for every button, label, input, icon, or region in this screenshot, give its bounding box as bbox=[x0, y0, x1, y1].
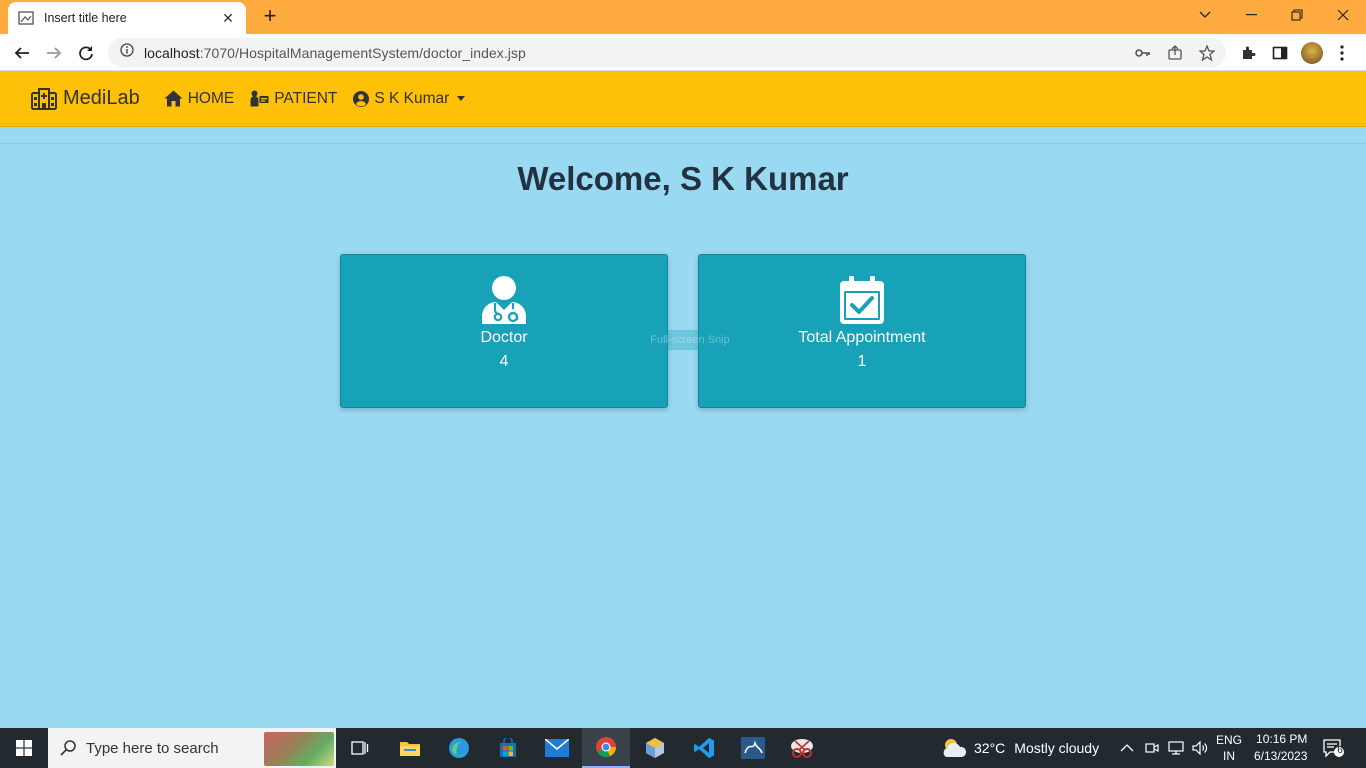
profile-avatar[interactable] bbox=[1299, 40, 1325, 66]
nav-home-label: HOME bbox=[187, 89, 235, 107]
side-panel-icon[interactable] bbox=[1267, 40, 1293, 66]
mysql-workbench-icon[interactable] bbox=[729, 728, 777, 768]
tab-title: Insert title here bbox=[44, 11, 127, 25]
edge-browser-icon[interactable] bbox=[435, 728, 483, 768]
weather-text: Mostly cloudy bbox=[1014, 740, 1100, 756]
network-icon[interactable] bbox=[1168, 728, 1184, 768]
restore-button[interactable] bbox=[1274, 0, 1320, 30]
url-text[interactable]: localhost:7070/HospitalManagementSystem/… bbox=[144, 45, 526, 61]
clock-time: 10:16 PM bbox=[1256, 732, 1308, 746]
chrome-icon[interactable] bbox=[582, 728, 630, 768]
brand-link[interactable]: MediLab bbox=[31, 87, 140, 110]
browser-tab[interactable]: Insert title here ✕ bbox=[8, 2, 246, 34]
card-value: 4 bbox=[499, 353, 509, 370]
snip-overlay: Full-screen Snip bbox=[604, 330, 776, 350]
patient-icon bbox=[250, 90, 269, 107]
minimize-button[interactable] bbox=[1228, 0, 1274, 30]
home-icon bbox=[164, 90, 183, 107]
notification-count: 6 bbox=[1337, 745, 1343, 756]
browser-toolbar: localhost:7070/HospitalManagementSystem/… bbox=[0, 34, 1366, 71]
brand-name: MediLab bbox=[63, 87, 140, 109]
user-doctor-icon bbox=[482, 275, 526, 325]
mail-icon[interactable] bbox=[533, 728, 581, 768]
search-icon bbox=[60, 740, 76, 756]
notification-center-icon[interactable]: 6 bbox=[1322, 728, 1344, 768]
microsoft-store-icon[interactable] bbox=[484, 728, 532, 768]
lang-bottom: IN bbox=[1223, 749, 1235, 763]
caret-down-icon bbox=[457, 96, 466, 101]
search-placeholder: Type here to search bbox=[86, 739, 219, 757]
nav-patient-link[interactable]: PATIENT bbox=[250, 90, 337, 108]
app-navbar: MediLab HOME PATIENT S K Kumar bbox=[0, 71, 1366, 127]
nav-patient-label: PATIENT bbox=[274, 89, 338, 107]
extensions-puzzle-icon[interactable] bbox=[1235, 40, 1261, 66]
snipping-tool-icon[interactable] bbox=[778, 728, 826, 768]
show-hidden-icons-chevron-icon[interactable] bbox=[1120, 728, 1134, 768]
windows-start-icon[interactable] bbox=[0, 728, 48, 768]
page-title: Welcome, S K Kumar bbox=[517, 160, 849, 197]
key-icon[interactable] bbox=[1134, 44, 1152, 62]
netbeans-icon[interactable] bbox=[631, 728, 679, 768]
volume-icon[interactable] bbox=[1192, 728, 1208, 768]
browser-menu-icon[interactable] bbox=[1329, 40, 1355, 66]
card-value: 1 bbox=[857, 353, 867, 370]
browser-tab-bar: Insert title here ✕ + bbox=[0, 0, 1366, 34]
cloudy-weather-icon bbox=[943, 739, 967, 757]
nav-home-link[interactable]: HOME bbox=[164, 89, 235, 108]
language-indicator[interactable]: ENG IN bbox=[1216, 728, 1242, 768]
user-dropdown[interactable]: S K Kumar bbox=[353, 89, 466, 108]
share-icon[interactable] bbox=[1166, 44, 1184, 62]
hospital-icon bbox=[31, 87, 57, 110]
back-arrow-icon[interactable] bbox=[9, 40, 35, 66]
tab-search-chevron-icon[interactable] bbox=[1182, 0, 1228, 30]
close-window-button[interactable] bbox=[1320, 0, 1366, 30]
bookmark-star-icon[interactable] bbox=[1198, 44, 1216, 62]
vscode-icon[interactable] bbox=[680, 728, 728, 768]
weather-temp: 32°C bbox=[974, 740, 1006, 756]
task-view-icon[interactable] bbox=[336, 728, 384, 768]
site-info-icon[interactable] bbox=[120, 43, 134, 62]
file-explorer-icon[interactable] bbox=[386, 728, 434, 768]
card-label: Doctor bbox=[480, 329, 528, 346]
lang-top: ENG bbox=[1216, 733, 1243, 747]
tab-close-icon[interactable]: ✕ bbox=[220, 10, 236, 27]
card-label: Total Appointment bbox=[798, 329, 926, 346]
forward-arrow-icon[interactable] bbox=[41, 40, 67, 66]
divider bbox=[0, 143, 1366, 144]
meet-now-icon[interactable] bbox=[1145, 728, 1159, 768]
new-tab-button[interactable]: + bbox=[258, 4, 282, 28]
calendar-check-icon bbox=[840, 275, 884, 325]
clock[interactable]: 10:16 PM 6/13/2023 bbox=[1254, 728, 1307, 768]
reload-icon[interactable] bbox=[73, 40, 99, 66]
address-bar[interactable]: localhost:7070/HospitalManagementSystem/… bbox=[108, 38, 1226, 67]
user-circle-icon bbox=[353, 90, 370, 107]
search-highlight-image bbox=[264, 732, 334, 766]
page-favicon-icon bbox=[18, 10, 34, 26]
taskbar-search-input[interactable]: Type here to search bbox=[48, 728, 336, 768]
user-name: S K Kumar bbox=[374, 89, 450, 107]
weather-widget[interactable]: 32°C Mostly cloudy bbox=[940, 728, 1099, 768]
clock-date: 6/13/2023 bbox=[1254, 749, 1308, 763]
windows-taskbar: Type here to search 32°C Mostly cloudy E… bbox=[0, 728, 1366, 768]
